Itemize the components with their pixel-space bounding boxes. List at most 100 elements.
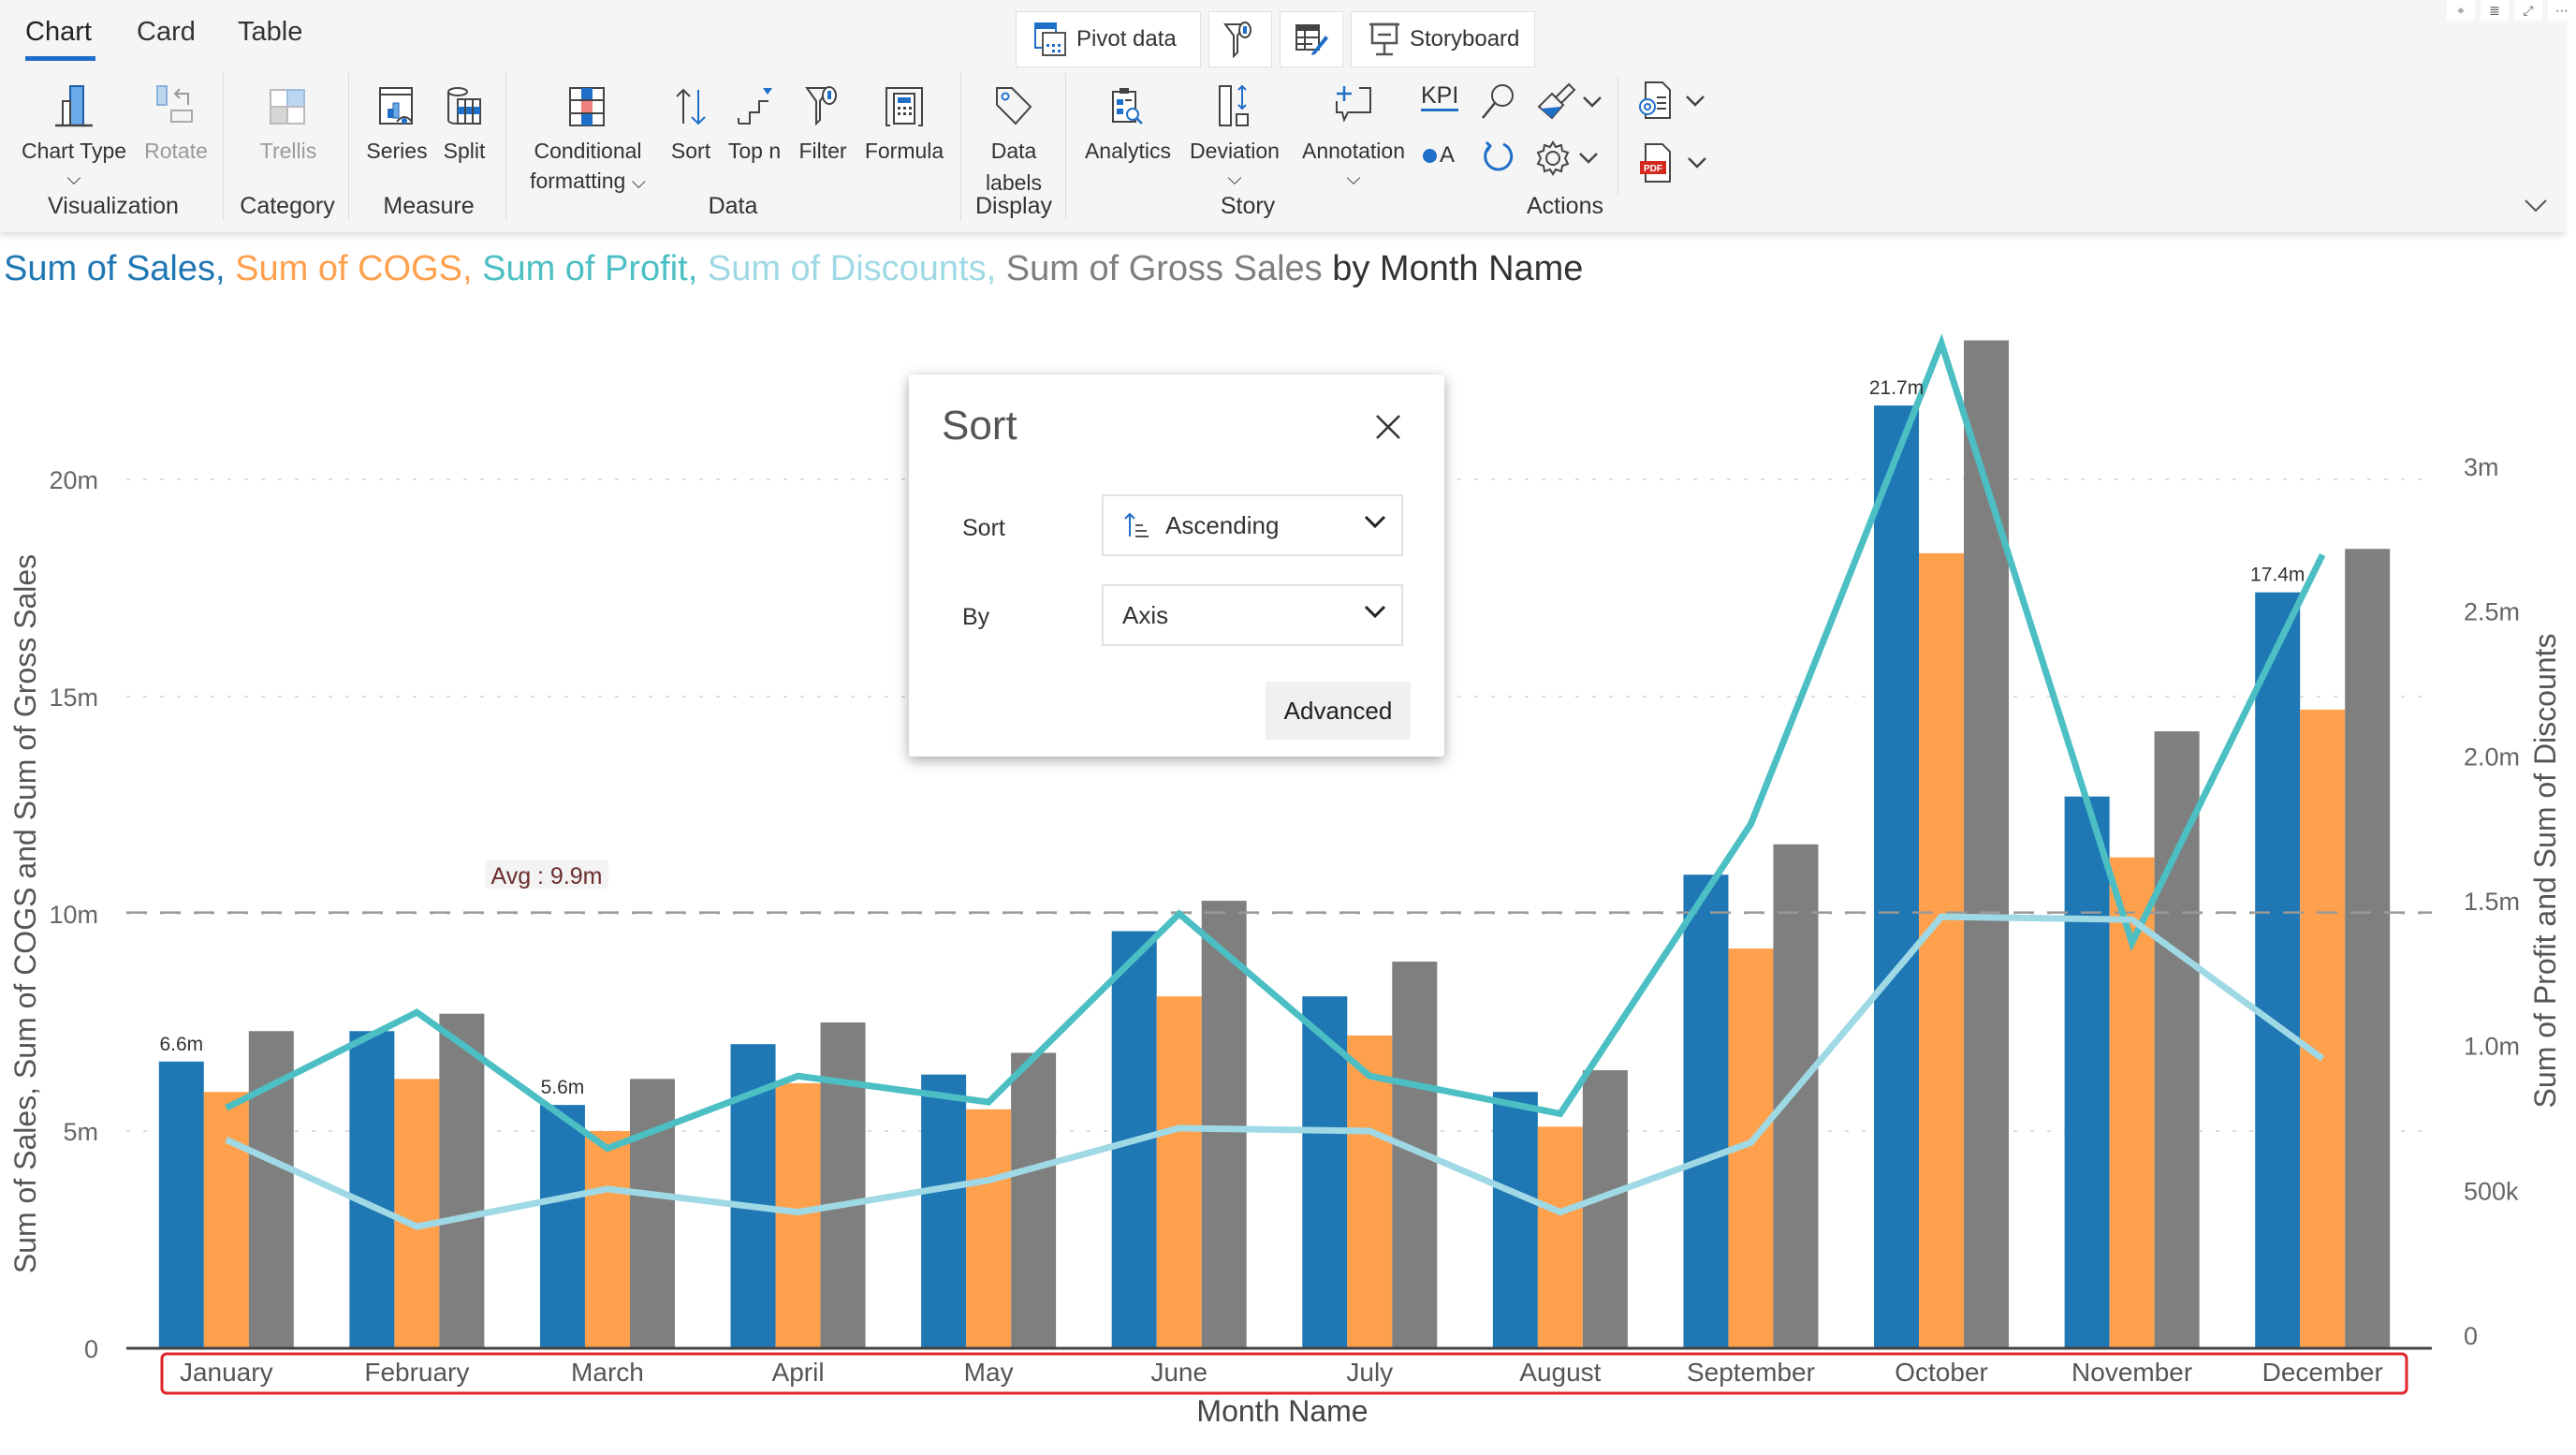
collapse-ribbon-icon[interactable] [2524,198,2548,213]
y2-tick-label: 2.5m [2464,598,2520,626]
export-pdf-button[interactable]: PDF [1638,142,1707,184]
bar-sum-of-sales [158,1061,204,1348]
paint-brush-icon [1537,82,1576,120]
tab-card[interactable]: Card [137,17,196,48]
filter-icon [1223,22,1251,58]
filter-button[interactable]: Filter [792,75,854,167]
chevron-down-icon: ⌵ [66,169,81,189]
bar-sum-of-cogs [2300,709,2346,1348]
data-labels-button[interactable]: Data labels [973,75,1054,198]
group-label-actions: Actions [1527,193,1603,219]
legend-a-icon: A [1440,142,1456,168]
conditional-formatting-label-2: formatting [530,169,626,193]
chart-title: Sum of Sales, Sum of COGS, Sum of Profit… [4,249,1583,289]
bar-sum-of-sales [539,1105,585,1348]
settings-button[interactable] [1535,140,1599,176]
bar-sum-of-cogs [203,1092,249,1348]
trellis-label: Trellis [259,139,317,163]
group-label-measure: Measure [383,193,475,219]
theme-button[interactable] [1535,82,1603,122]
ribbon-toolbar: Chart Card Table Pivot data Storyboard C… [0,0,2565,232]
bar-sum-of-sales [1492,1092,1538,1348]
y-tick-label: 20m [49,466,98,494]
chevron-down-icon: ⌵ [631,172,646,193]
pivot-data-label: Pivot data [1076,26,1177,51]
close-icon[interactable] [1373,412,1403,442]
x-tick-label: October [1895,1358,1988,1387]
title-part-by: by Month Name [1332,249,1584,288]
tab-table[interactable]: Table [238,17,302,48]
pdf-file-icon: PDF [1640,143,1671,183]
more-icon[interactable]: ⋯ [2548,0,2576,21]
analytics-button[interactable]: Analytics [1078,75,1178,167]
y2-axis-title: Sum of Profit and Sum of Discounts [2528,634,2562,1109]
sort-order-select[interactable]: Ascending [1102,494,1403,556]
y2-tick-label: 0 [2464,1322,2478,1350]
title-part-gross-sales: Sum of Gross Sales [1005,249,1333,288]
refresh-button[interactable] [1479,139,1516,176]
bar-sum-of-cogs [394,1079,440,1348]
pin-icon[interactable]: ⌖ [2447,0,2475,21]
x-tick-label: February [364,1358,469,1387]
y-tick-label: 0 [84,1335,98,1363]
filter-label: Filter [798,139,847,163]
rotate-button[interactable]: Rotate [139,75,213,167]
chevron-down-icon [1686,96,1705,107]
y2-tick-label: 2.0m [2464,742,2520,771]
data-label: 21.7m [1869,377,1924,399]
bar-sum-of-cogs [966,1109,1012,1348]
filter-icon[interactable]: ≣ [2481,0,2509,21]
sort-icon [676,88,706,125]
chart-type-button[interactable]: Chart Type ⌵ [19,75,129,191]
group-label-story: Story [1220,193,1276,219]
annotation-icon [1336,86,1371,123]
bar-sum-of-gross-sales [1582,1070,1628,1348]
formula-button[interactable]: Formula [857,75,951,167]
annotation-button[interactable]: Annotation ⌵ [1295,75,1412,191]
filter-pane-button[interactable] [1208,11,1272,67]
refresh-icon [1484,140,1514,171]
analytics-icon [1112,88,1143,125]
data-label: 5.6m [541,1077,585,1098]
pivot-data-button[interactable]: Pivot data [1016,11,1201,67]
gear-icon [1536,140,1570,176]
x-tick-label: August [1519,1358,1601,1387]
series-label: Series [366,139,428,163]
top-n-button[interactable]: Top n [721,75,788,167]
circle-icon [1423,148,1437,163]
title-part-profit: Sum of Profit, [482,249,708,288]
sort-order-label: Sort [962,515,1005,541]
bar-sum-of-gross-sales [439,1013,485,1348]
conditional-formatting-label-1: Conditional [534,139,642,163]
conditional-formatting-button[interactable]: Conditional formatting ⌵ [517,75,659,197]
split-button[interactable]: Split [436,75,492,167]
bar-sum-of-gross-sales [629,1079,675,1348]
x-tick-label: April [772,1358,825,1387]
sort-by-select[interactable]: Axis [1102,584,1403,646]
tab-chart[interactable]: Chart [25,17,92,48]
search-button[interactable] [1479,82,1516,122]
y2-tick-label: 500k [2464,1177,2519,1205]
expand-icon[interactable]: ⤢ [2514,0,2542,21]
trellis-button[interactable]: Trellis [245,75,331,167]
sort-button[interactable]: Sort [665,75,717,167]
legend-button[interactable]: A [1423,142,1455,169]
deviation-button[interactable]: Deviation ⌵ [1183,75,1286,191]
edit-table-button[interactable] [1280,11,1343,67]
title-part-discounts: Sum of Discounts, [707,249,1006,288]
top-n-icon [738,88,772,125]
group-label-display: Display [975,193,1052,219]
table-edit-icon [1295,24,1328,55]
title-part-cogs: Sum of COGS, [235,249,483,288]
pivot-table-icon [1034,22,1066,56]
chevron-down-icon: ⌵ [1227,169,1242,189]
kpi-button[interactable]: KPI [1421,82,1459,111]
series-button[interactable]: Series [363,75,431,167]
title-part-sales: Sum of Sales, [4,249,236,288]
advanced-button[interactable]: Advanced [1266,682,1411,740]
export-settings-button[interactable] [1636,81,1705,122]
dialog-title: Sort [942,403,1017,448]
chart-type-label: Chart Type [21,139,127,163]
chevron-down-icon [1364,605,1386,619]
storyboard-button[interactable]: Storyboard [1351,11,1535,67]
